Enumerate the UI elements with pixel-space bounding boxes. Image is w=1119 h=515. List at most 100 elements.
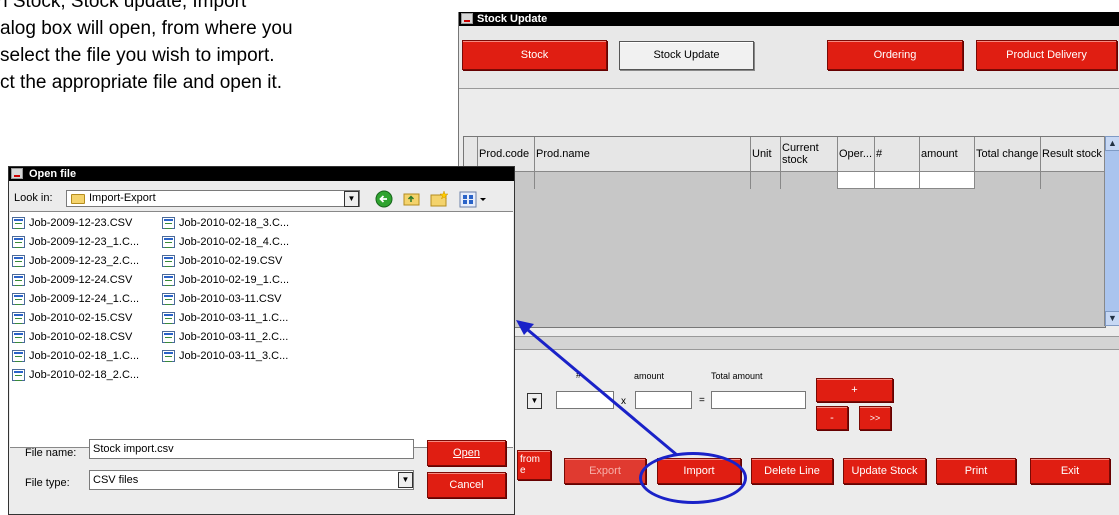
file-item[interactable]: Job-2010-03-11_3.C... — [162, 348, 288, 364]
csv-file-icon — [12, 312, 25, 324]
from-label: from e — [520, 454, 540, 476]
top-toolbar: Stock Stock Update Ordering Product Deli… — [459, 26, 1119, 89]
export-button[interactable]: Export — [564, 458, 646, 484]
grid-scrollbar[interactable]: ▲ ▼ — [1104, 136, 1119, 326]
stock-update-button[interactable]: Stock Update — [619, 41, 754, 70]
col-oper[interactable]: Oper... — [838, 137, 875, 171]
file-item[interactable]: Job-2010-03-11_2.C... — [162, 329, 288, 345]
product-delivery-button-label: Product Delivery — [1006, 49, 1087, 61]
instruction-line: n Stock, Stock update, Import — [0, 0, 247, 12]
stock-button[interactable]: Stock — [462, 40, 607, 70]
file-item[interactable]: Job-2010-02-19_1.C... — [162, 272, 289, 288]
chevron-down-icon[interactable]: ▼ — [527, 393, 542, 409]
col-current-stock[interactable]: Current stock — [781, 137, 838, 171]
file-name: Job-2010-03-11_1.C... — [179, 312, 289, 324]
file-name: Job-2009-12-23.CSV — [29, 217, 133, 229]
file-name: Job-2010-02-18_1.C... — [29, 350, 140, 362]
dialog-toolbar — [375, 190, 486, 208]
chevron-down-icon[interactable]: ▼ — [344, 191, 359, 207]
plus-button[interactable]: + — [816, 378, 893, 402]
grid-cell[interactable] — [875, 172, 920, 189]
file-item[interactable]: Job-2010-03-11.CSV — [162, 291, 282, 307]
back-icon[interactable] — [375, 190, 393, 208]
file-item[interactable]: Job-2009-12-24_1.C... — [12, 291, 139, 307]
plus-label: + — [851, 384, 858, 396]
look-in-value: Import-Export — [89, 192, 156, 204]
file-item[interactable]: Job-2009-12-23.CSV — [12, 215, 132, 231]
col-prod-name[interactable]: Prod.name — [535, 137, 751, 171]
total-amount-input[interactable] — [711, 391, 806, 409]
csv-file-icon — [162, 274, 175, 286]
quantity-input[interactable] — [556, 391, 614, 409]
file-item[interactable]: Job-2010-03-11_1.C... — [162, 310, 288, 326]
next-button[interactable]: >> — [859, 406, 891, 430]
minus-button[interactable]: - — [816, 406, 848, 430]
file-item[interactable]: Job-2010-02-19.CSV — [162, 253, 282, 269]
col-amount[interactable]: amount — [920, 137, 975, 171]
col-result-stock[interactable]: Result stock — [1041, 137, 1105, 171]
file-name: Job-2009-12-23_2.C... — [29, 255, 140, 267]
print-button[interactable]: Print — [936, 458, 1016, 484]
file-name: Job-2010-02-18_4.C... — [179, 236, 290, 248]
csv-file-icon — [12, 217, 25, 229]
grid-cell[interactable] — [838, 172, 875, 189]
csv-file-icon — [162, 293, 175, 305]
file-item[interactable]: Job-2009-12-23_2.C... — [12, 253, 139, 269]
ordering-button[interactable]: Ordering — [827, 40, 963, 70]
csv-file-icon — [12, 331, 25, 343]
file-item[interactable]: Job-2009-12-24.CSV — [12, 272, 132, 288]
file-type-select[interactable]: CSV files — [89, 470, 414, 490]
file-name: Job-2010-03-11_3.C... — [179, 350, 289, 362]
col-unit[interactable]: Unit — [751, 137, 781, 171]
look-in-combo[interactable]: Import-Export — [66, 190, 360, 207]
delete-line-button[interactable]: Delete Line — [751, 458, 833, 484]
grid-cell[interactable] — [975, 172, 1041, 189]
hash-label: # — [576, 370, 582, 380]
cancel-label: Cancel — [449, 479, 484, 491]
minus-label: - — [830, 412, 834, 424]
import-button[interactable]: Import — [657, 458, 741, 484]
grid-cell[interactable] — [920, 172, 975, 189]
export-label: Export — [589, 465, 621, 477]
delete-line-label: Delete Line — [764, 465, 820, 477]
amount-input[interactable] — [635, 391, 692, 409]
window-title: Stock Update — [477, 13, 548, 25]
new-folder-icon[interactable] — [430, 190, 449, 207]
folder-icon — [71, 194, 85, 204]
col-total-change[interactable]: Total change — [975, 137, 1041, 171]
file-item[interactable]: Job-2010-02-18_3.C... — [162, 215, 289, 231]
cancel-button[interactable]: Cancel — [427, 472, 506, 498]
exit-label: Exit — [1060, 465, 1080, 477]
view-menu-icon[interactable] — [459, 191, 486, 208]
app-icon — [461, 13, 473, 24]
file-item[interactable]: Job-2010-02-18_2.C... — [12, 367, 139, 383]
grid-cell[interactable] — [781, 172, 838, 189]
file-name-input[interactable]: Stock import.csv — [89, 439, 414, 459]
file-item[interactable]: Job-2010-02-18_4.C... — [162, 234, 289, 250]
file-list[interactable]: Job-2009-12-23.CSV Job-2009-12-23_1.C...… — [10, 211, 513, 448]
scroll-down-icon[interactable]: ▼ — [1105, 311, 1119, 326]
exit-button[interactable]: Exit — [1030, 458, 1110, 484]
import-from-file-button[interactable]: from e — [517, 450, 551, 480]
update-stock-button[interactable]: Update Stock — [843, 458, 926, 484]
grid-cell[interactable] — [751, 172, 781, 189]
file-item[interactable]: Job-2010-02-15.CSV — [12, 310, 132, 326]
grid-header: Prod.code Prod.name Unit Current stock O… — [464, 137, 1105, 172]
file-item[interactable]: Job-2009-12-23_1.C... — [12, 234, 139, 250]
csv-file-icon — [162, 255, 175, 267]
grid-cell[interactable] — [1041, 172, 1105, 189]
grid-cell[interactable] — [535, 172, 751, 189]
file-name: Job-2009-12-24_1.C... — [29, 293, 140, 305]
open-button[interactable]: Open — [427, 440, 506, 466]
product-delivery-button[interactable]: Product Delivery — [976, 40, 1117, 70]
file-item[interactable]: Job-2010-02-18_1.C... — [12, 348, 139, 364]
file-item[interactable]: Job-2010-02-18.CSV — [12, 329, 132, 345]
scroll-up-icon[interactable]: ▲ — [1105, 136, 1119, 151]
stock-grid[interactable]: Prod.code Prod.name Unit Current stock O… — [463, 136, 1106, 328]
up-folder-icon[interactable] — [403, 193, 420, 206]
col-hash[interactable]: # — [875, 137, 920, 171]
stock-update-window: Stock Update Stock Stock Update Ordering… — [458, 12, 1119, 515]
file-name: Job-2010-03-11_2.C... — [179, 331, 289, 343]
grid-row[interactable] — [464, 172, 1105, 189]
chevron-down-icon[interactable]: ▼ — [398, 472, 413, 488]
